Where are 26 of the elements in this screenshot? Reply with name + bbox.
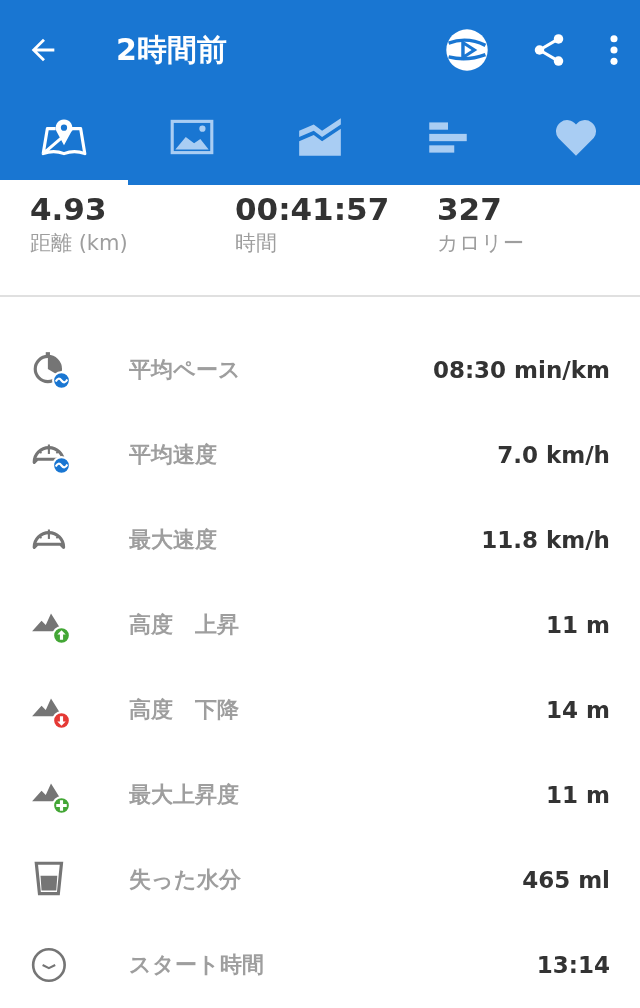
summary-label: 時間 [235,230,278,257]
stat-label: 平均ペース [129,355,242,384]
stat-label: 高度 上昇 [129,610,240,639]
stat-label: 最大速度 [129,525,218,554]
stat-label: スタート時間 [129,950,265,979]
stat-label: 失った水分 [129,865,242,894]
stat-value: 11.8 km/h [481,526,610,553]
stat-value: 13:14 [536,951,610,978]
summary-value: 327 [437,191,503,227]
stat-label: 高度 下降 [129,695,240,724]
play-globe-icon [444,27,490,73]
stat-value: 7.0 km/h [497,441,610,468]
stat-value: 14 m [546,696,610,723]
stat-label: 最大上昇度 [129,780,240,809]
summary-value: 4.93 [30,191,108,227]
stat-value: 11 m [546,781,610,808]
summary-label: 距離 (km) [30,230,129,257]
page-title: 2時間前 [116,30,228,69]
map-pin-icon [39,116,89,158]
stat-value: 465 ml [522,866,610,893]
stat-label: 平均速度 [129,440,218,469]
stat-value: 08:30 min/km [432,356,610,383]
more-icon [608,33,620,67]
stat-value: 11 m [546,611,610,638]
summary-value: 00:41:57 [235,191,391,227]
summary-label: カロリー [437,230,524,257]
